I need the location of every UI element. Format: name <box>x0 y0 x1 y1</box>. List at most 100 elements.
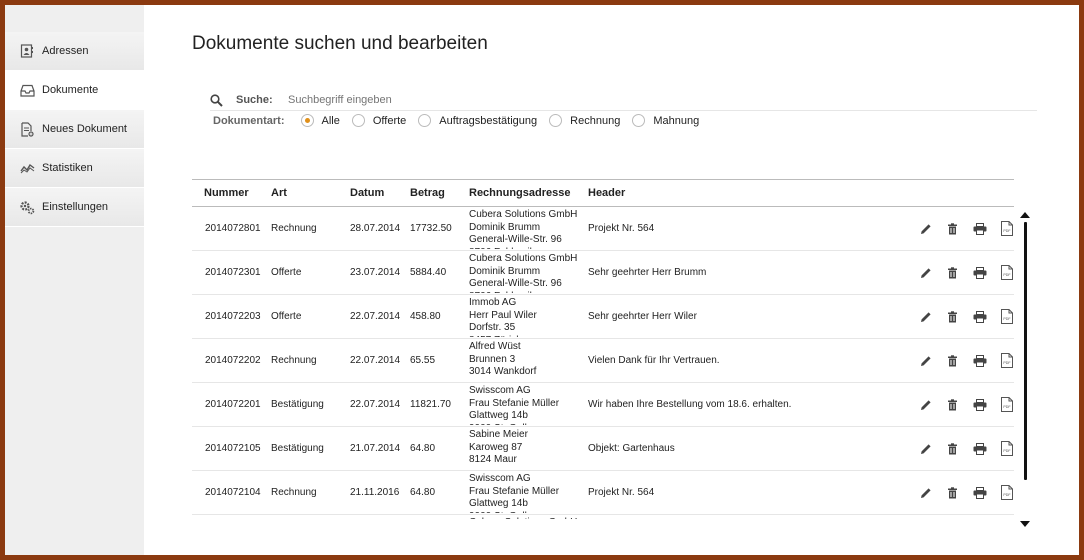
column-header-datum[interactable]: Datum <box>350 179 410 207</box>
address-line: Cubera Solutions GmbH <box>469 253 578 264</box>
scroll-down-arrow[interactable] <box>1020 521 1030 527</box>
scroll-up-arrow[interactable] <box>1020 212 1030 218</box>
table-row[interactable]: 2014072301 Offerte 23.07.2014 5884.40 Cubera… <box>192 250 1014 295</box>
table-row[interactable]: 2014072203 Offerte 22.07.2014 458.80 Immob A… <box>192 294 1014 339</box>
row-actions: PDF <box>814 353 1014 368</box>
trash-icon[interactable] <box>945 265 960 280</box>
pdf-icon[interactable]: PDF <box>999 353 1014 368</box>
edit-icon[interactable] <box>918 309 933 324</box>
address-line: Frau Stefanie Müller <box>469 397 560 409</box>
pdf-icon[interactable]: PDF <box>999 221 1014 236</box>
edit-icon[interactable] <box>918 485 933 500</box>
pdf-icon[interactable]: PDF <box>999 265 1014 280</box>
scrollbar[interactable] <box>1020 212 1032 532</box>
column-header-header[interactable]: Header <box>588 179 814 207</box>
radio-auftragsbestaetigung[interactable]: Auftragsbestätigung <box>418 114 537 127</box>
address-block: Cubera Solutions GmbH Dominik Brumm Genera… <box>469 253 588 293</box>
table-row[interactable]: Cubera Solutions GmbH <box>192 514 1014 519</box>
sidebar-item-label: Einstellungen <box>42 201 109 213</box>
radio-button[interactable] <box>418 114 432 127</box>
pdf-icon[interactable]: PDF <box>999 441 1014 456</box>
radio-rechnung[interactable]: Rechnung <box>549 114 620 127</box>
print-icon[interactable] <box>972 485 987 500</box>
search-icon[interactable] <box>210 93 224 107</box>
pdf-icon[interactable]: PDF <box>999 309 1014 324</box>
cell-header: Projekt Nr. 564 <box>588 206 814 251</box>
address-block: Cubera Solutions GmbH Dominik Brumm Genera… <box>469 209 588 249</box>
radio-alle[interactable]: Alle <box>300 114 340 127</box>
address-line: Dorfstr. 35 <box>469 322 516 333</box>
pdf-icon[interactable]: PDF <box>999 485 1014 500</box>
row-actions: PDF <box>814 309 1014 324</box>
edit-icon[interactable] <box>918 221 933 236</box>
search-label: Suche: <box>236 94 273 106</box>
radio-button[interactable] <box>351 114 365 127</box>
cell-nummer <box>192 514 271 519</box>
print-icon[interactable] <box>972 397 987 412</box>
table-row[interactable]: 2014072104 Rechnung 21.11.2016 64.80 Swissco… <box>192 470 1014 515</box>
print-icon[interactable] <box>972 265 987 280</box>
cell-actions: PDF <box>814 426 1014 471</box>
trash-icon[interactable] <box>945 397 960 412</box>
edit-icon[interactable] <box>918 441 933 456</box>
address-line: 9000 St. Gallen <box>469 511 588 514</box>
cell-art: Bestätigung <box>271 382 350 427</box>
column-header-nummer[interactable]: Nummer <box>192 179 271 207</box>
trash-icon[interactable] <box>945 221 960 236</box>
table-row[interactable]: 2014072801 Rechnung 28.07.2014 17732.50 Cube… <box>192 206 1014 251</box>
cell-betrag: 11821.70 <box>410 382 469 427</box>
print-icon[interactable] <box>972 353 987 368</box>
documents-table: Nummer Art Datum Betrag Rechnungsadresse… <box>192 179 1014 519</box>
sidebar-item-neues-dokument[interactable]: Neues Dokument <box>5 110 144 149</box>
table-row[interactable]: 2014072201 Bestätigung 22.07.2014 11821.70 S… <box>192 382 1014 427</box>
main-content: Dokumente suchen und bearbeiten Suche: D… <box>144 5 1079 555</box>
table-row[interactable]: 2014072105 Bestätigung 21.07.2014 64.80 Sabi… <box>192 426 1014 471</box>
trash-icon[interactable] <box>945 353 960 368</box>
address-line: Dominik Brumm <box>469 265 541 277</box>
cell-actions: PDF <box>814 250 1014 295</box>
cell-art: Rechnung <box>271 206 350 251</box>
radio-offerte[interactable]: Offerte <box>351 114 406 127</box>
edit-icon[interactable] <box>918 265 933 280</box>
column-header-rechnungsadresse[interactable]: Rechnungsadresse <box>469 179 588 207</box>
trash-icon[interactable] <box>945 309 960 324</box>
document-type-label: Dokumentart: <box>213 114 285 127</box>
address-line: 8706 Feldmeilen <box>469 247 588 250</box>
table-header-row: Nummer Art Datum Betrag Rechnungsadresse… <box>192 179 1014 207</box>
sidebar-item-dokumente[interactable]: Dokumente <box>5 71 144 110</box>
trash-icon[interactable] <box>945 485 960 500</box>
svg-text:PDF: PDF <box>1003 449 1011 453</box>
cell-betrag: 65.55 <box>410 338 469 383</box>
address-line: General-Wille-Str. 96 <box>469 278 562 289</box>
edit-icon[interactable] <box>918 397 933 412</box>
radio-button[interactable] <box>300 114 314 127</box>
sidebar-item-statistiken[interactable]: Statistiken <box>5 149 144 188</box>
print-icon[interactable] <box>972 309 987 324</box>
cell-art: Rechnung <box>271 470 350 515</box>
cell-datum <box>350 514 410 519</box>
sidebar-item-adressen[interactable]: Adressen <box>5 32 144 71</box>
pdf-icon[interactable]: PDF <box>999 397 1014 412</box>
table-row[interactable]: 2014072202 Rechnung 22.07.2014 65.55 Alfred … <box>192 338 1014 383</box>
print-icon[interactable] <box>972 441 987 456</box>
sidebar-item-einstellungen[interactable]: Einstellungen <box>5 188 144 227</box>
search-input[interactable] <box>288 94 588 106</box>
cell-header <box>588 514 814 519</box>
column-header-betrag[interactable]: Betrag <box>410 179 469 207</box>
radio-button[interactable] <box>632 114 646 127</box>
svg-text:PDF: PDF <box>1003 361 1011 365</box>
column-header-art[interactable]: Art <box>271 179 350 207</box>
sidebar-item-label: Adressen <box>42 45 89 57</box>
radio-mahnung[interactable]: Mahnung <box>632 114 699 127</box>
cell-nummer: 2014072203 <box>192 294 271 339</box>
edit-icon[interactable] <box>918 353 933 368</box>
address-book-icon <box>19 43 35 59</box>
address-line: Immob AG <box>469 297 517 308</box>
scroll-thumb[interactable] <box>1024 222 1027 480</box>
row-actions: PDF <box>814 441 1014 456</box>
trash-icon[interactable] <box>945 441 960 456</box>
print-icon[interactable] <box>972 221 987 236</box>
row-actions: PDF <box>814 265 1014 280</box>
radio-button[interactable] <box>549 114 563 127</box>
cell-datum: 21.07.2014 <box>350 426 410 471</box>
